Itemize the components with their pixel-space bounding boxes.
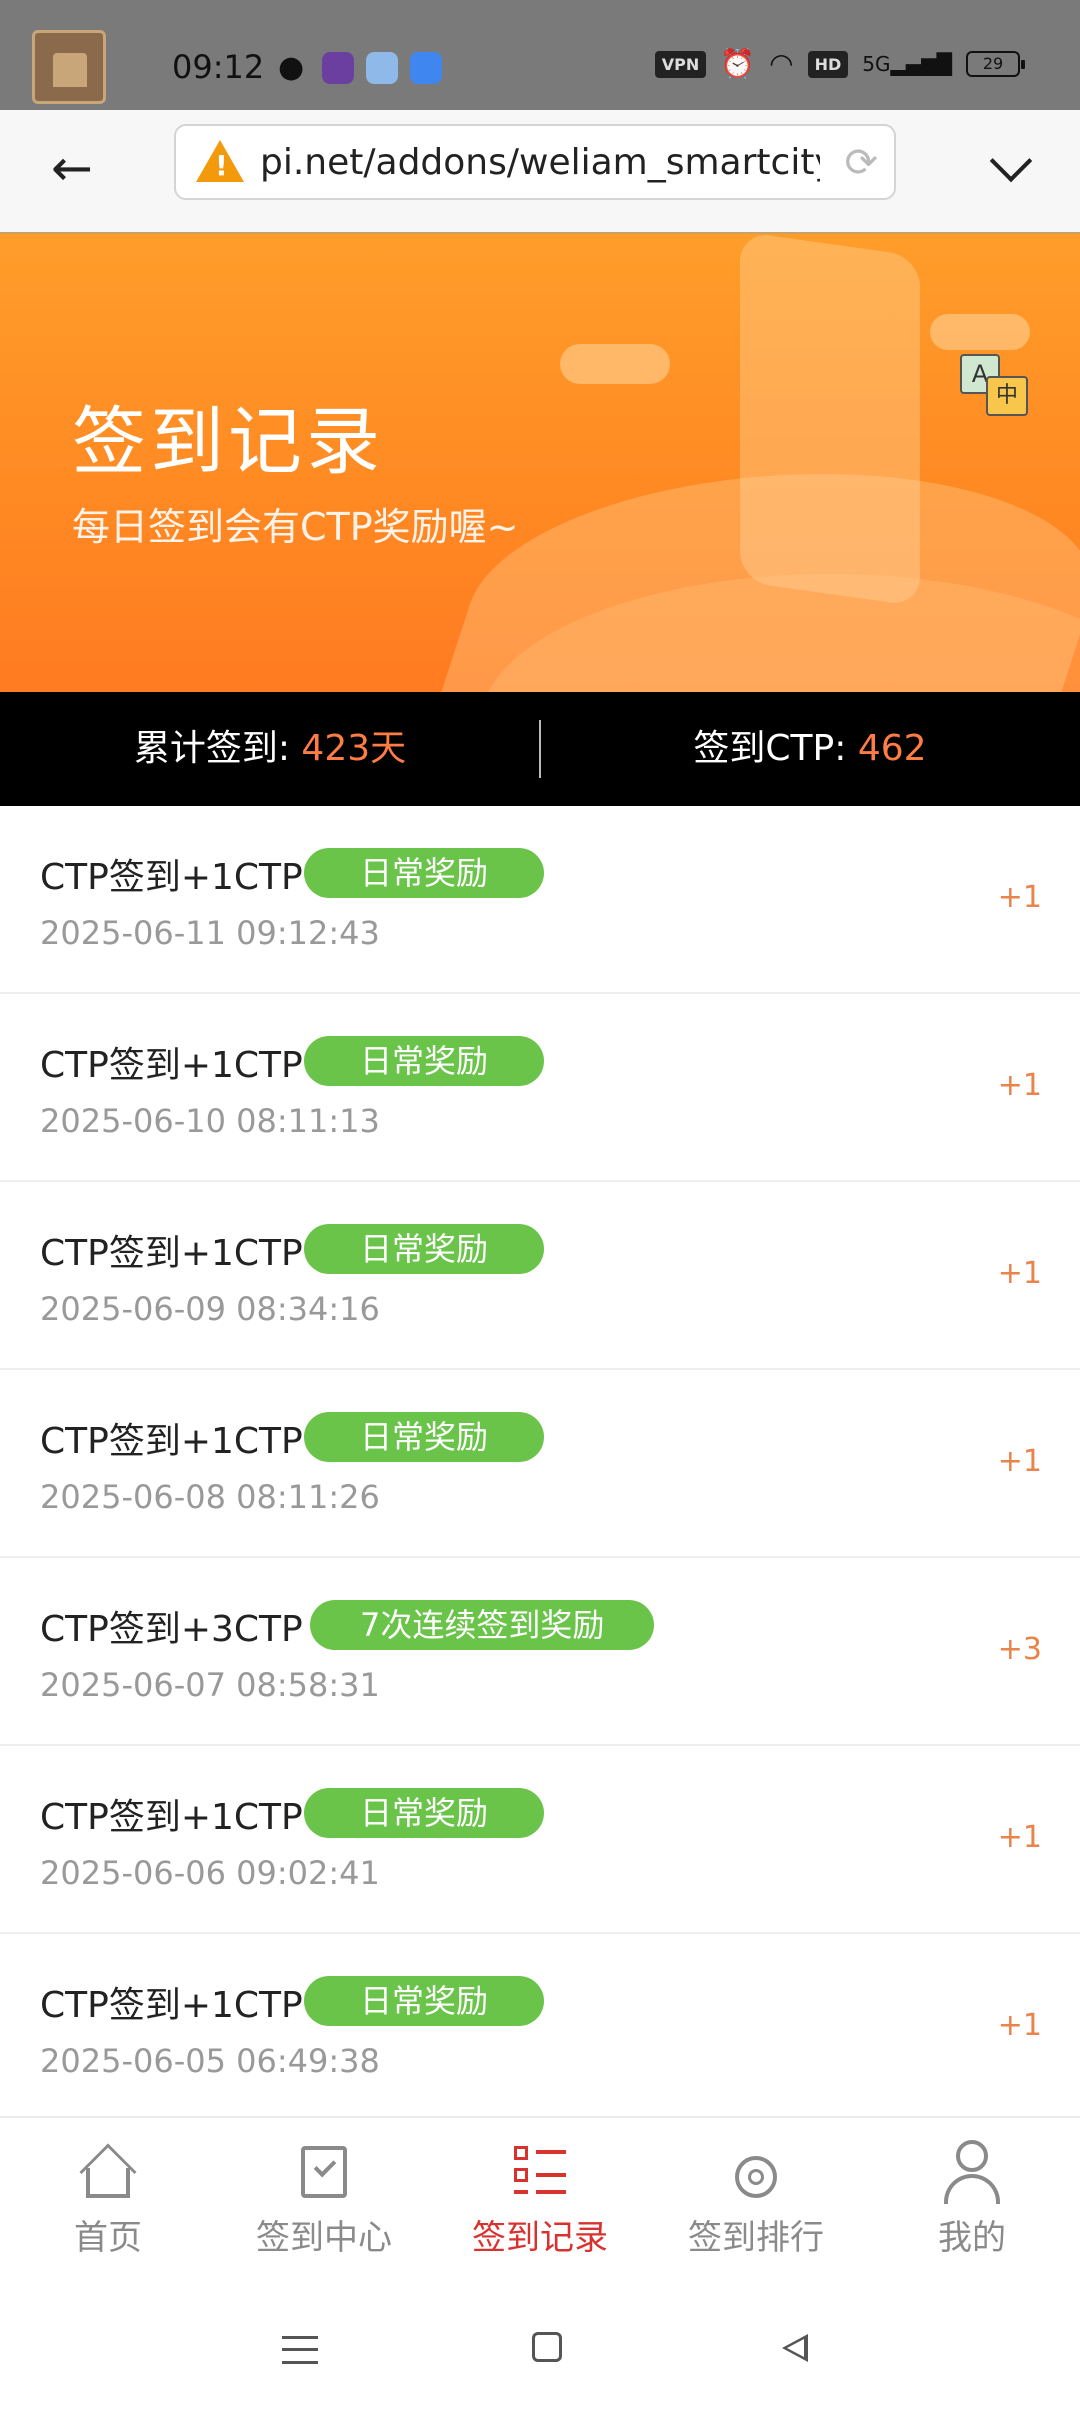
tab-label: 签到排行 xyxy=(688,2218,824,2258)
total-checkin-value: 423天 xyxy=(301,728,407,769)
page-subtitle: 每日签到会有CTP奖励喔~ xyxy=(72,505,519,549)
tab-checkin-ranking[interactable]: 签到排行 xyxy=(648,2118,864,2280)
wechat-icon: ● xyxy=(278,50,305,85)
url-bar[interactable]: ! pi.net/addons/weliam_smartcity/h5 ⟳ xyxy=(174,124,896,200)
page-title: 签到记录 xyxy=(72,399,384,485)
record-amount: +1 xyxy=(997,1068,1042,1103)
wifi-icon: ◠ xyxy=(769,47,794,80)
tab-label: 签到记录 xyxy=(472,2218,608,2258)
list-item[interactable]: CTP签到+1CTP 日常奖励 2025-06-05 06:49:38 +1 xyxy=(0,1934,1080,2116)
record-time: 2025-06-09 08:34:16 xyxy=(40,1290,380,1328)
record-amount: +3 xyxy=(997,1632,1042,1667)
back-arrow-icon[interactable]: ← xyxy=(42,138,102,198)
clipboard-check-icon xyxy=(301,2146,347,2198)
list-item[interactable]: CTP签到+1CTP 日常奖励 2025-06-06 09:02:41 +1 xyxy=(0,1746,1080,1934)
vpn-badge: VPN xyxy=(654,50,707,78)
tab-label: 签到中心 xyxy=(256,2218,392,2258)
status-time: 09:12 xyxy=(172,48,265,86)
list-icon xyxy=(510,2142,570,2202)
reward-tag: 日常奖励 xyxy=(304,1224,545,1274)
record-title: CTP签到+1CTP xyxy=(40,1797,303,1838)
reward-tag: 日常奖励 xyxy=(304,1976,545,2026)
reward-tag: 7次连续签到奖励 xyxy=(310,1600,655,1650)
record-time: 2025-06-10 08:11:13 xyxy=(40,1102,380,1140)
browser-toolbar: ← ! pi.net/addons/weliam_smartcity/h5 ⟳ xyxy=(0,110,1080,234)
reward-tag: 日常奖励 xyxy=(304,1412,545,1462)
tab-label: 首页 xyxy=(74,2218,142,2258)
record-time: 2025-06-05 06:49:38 xyxy=(40,2042,380,2080)
record-amount: +1 xyxy=(997,1256,1042,1291)
back-triangle-icon[interactable] xyxy=(782,2334,808,2362)
status-bar: 09:12 ● VPN ⏰ ◠ HD 5G▂▄▆█ 29 xyxy=(0,0,1080,110)
bottom-tab-bar: 首页 签到中心 签到记录 签到排行 我的 xyxy=(0,2116,1080,2278)
record-title: CTP签到+1CTP xyxy=(40,1985,303,2026)
record-amount: +1 xyxy=(997,1444,1042,1479)
record-time: 2025-06-06 09:02:41 xyxy=(40,1854,380,1892)
app-notification-icon xyxy=(410,52,442,84)
system-navigation-bar xyxy=(0,2278,1080,2412)
tab-checkin-center[interactable]: 签到中心 xyxy=(216,2118,432,2280)
menu-icon[interactable] xyxy=(282,2336,318,2364)
list-item[interactable]: CTP签到+3CTP 7次连续签到奖励 2025-06-07 08:58:31 … xyxy=(0,1558,1080,1746)
banner: 签到记录 每日签到会有CTP奖励喔~ A 中 xyxy=(0,234,1080,692)
record-title: CTP签到+1CTP xyxy=(40,1045,303,1086)
network-type-label: 5G xyxy=(862,52,891,76)
record-amount: +1 xyxy=(997,1820,1042,1855)
cloud-decoration xyxy=(930,314,1030,350)
record-time: 2025-06-11 09:12:43 xyxy=(40,914,380,952)
record-title: CTP签到+3CTP xyxy=(40,1609,303,1650)
record-list: CTP签到+1CTP 日常奖励 2025-06-11 09:12:43 +1 C… xyxy=(0,806,1080,2116)
medal-icon xyxy=(735,2156,777,2198)
record-time: 2025-06-07 08:58:31 xyxy=(40,1666,380,1704)
tab-home[interactable]: 首页 xyxy=(0,2118,216,2280)
url-text[interactable]: pi.net/addons/weliam_smartcity/h5 xyxy=(260,142,820,183)
list-item[interactable]: CTP签到+1CTP 日常奖励 2025-06-10 08:11:13 +1 xyxy=(0,994,1080,1182)
tab-mine[interactable]: 我的 xyxy=(864,2118,1080,2280)
cloud-decoration xyxy=(560,344,670,384)
battery-icon: 29 xyxy=(966,51,1025,77)
app-notification-icon xyxy=(366,52,398,84)
castle-app-icon xyxy=(32,30,106,104)
list-item[interactable]: CTP签到+1CTP 日常奖励 2025-06-09 08:34:16 +1 xyxy=(0,1182,1080,1370)
chevron-down-icon[interactable] xyxy=(982,138,1042,198)
list-item[interactable]: CTP签到+1CTP 日常奖励 2025-06-08 08:11:26 +1 xyxy=(0,1370,1080,1558)
home-square-icon[interactable] xyxy=(532,2332,562,2362)
checkin-stats: 累计签到: 423天 签到CTP: 462 xyxy=(0,692,1080,806)
total-checkin-stat: 累计签到: 423天 xyxy=(133,728,407,769)
signal-icon: 5G▂▄▆█ xyxy=(862,52,952,76)
reward-tag: 日常奖励 xyxy=(304,848,545,898)
record-title: CTP签到+1CTP xyxy=(40,857,303,898)
reward-tag: 日常奖励 xyxy=(304,1036,545,1086)
reload-icon[interactable]: ⟳ xyxy=(844,140,878,186)
list-item[interactable]: CTP签到+1CTP 日常奖励 2025-06-11 09:12:43 +1 xyxy=(0,806,1080,994)
home-icon xyxy=(86,2168,130,2198)
user-icon xyxy=(944,2174,1000,2204)
warning-icon[interactable]: ! xyxy=(196,140,244,182)
reward-tag: 日常奖励 xyxy=(304,1788,545,1838)
hd-icon: HD xyxy=(807,50,849,78)
record-time: 2025-06-08 08:11:26 xyxy=(40,1478,380,1516)
record-title: CTP签到+1CTP xyxy=(40,1233,303,1274)
user-icon xyxy=(956,2140,988,2172)
translate-icon[interactable]: A 中 xyxy=(960,354,1030,420)
banner-phone-illustration xyxy=(740,234,920,607)
app-notification-icon xyxy=(322,52,354,84)
record-title: CTP签到+1CTP xyxy=(40,1421,303,1462)
record-amount: +1 xyxy=(997,880,1042,915)
tab-label: 我的 xyxy=(938,2218,1006,2258)
tab-checkin-records[interactable]: 签到记录 xyxy=(432,2118,648,2280)
record-amount: +1 xyxy=(997,2008,1042,2043)
ctp-stat: 签到CTP: 462 xyxy=(693,728,927,769)
alarm-icon: ⏰ xyxy=(720,47,756,80)
ctp-value: 462 xyxy=(857,728,927,769)
